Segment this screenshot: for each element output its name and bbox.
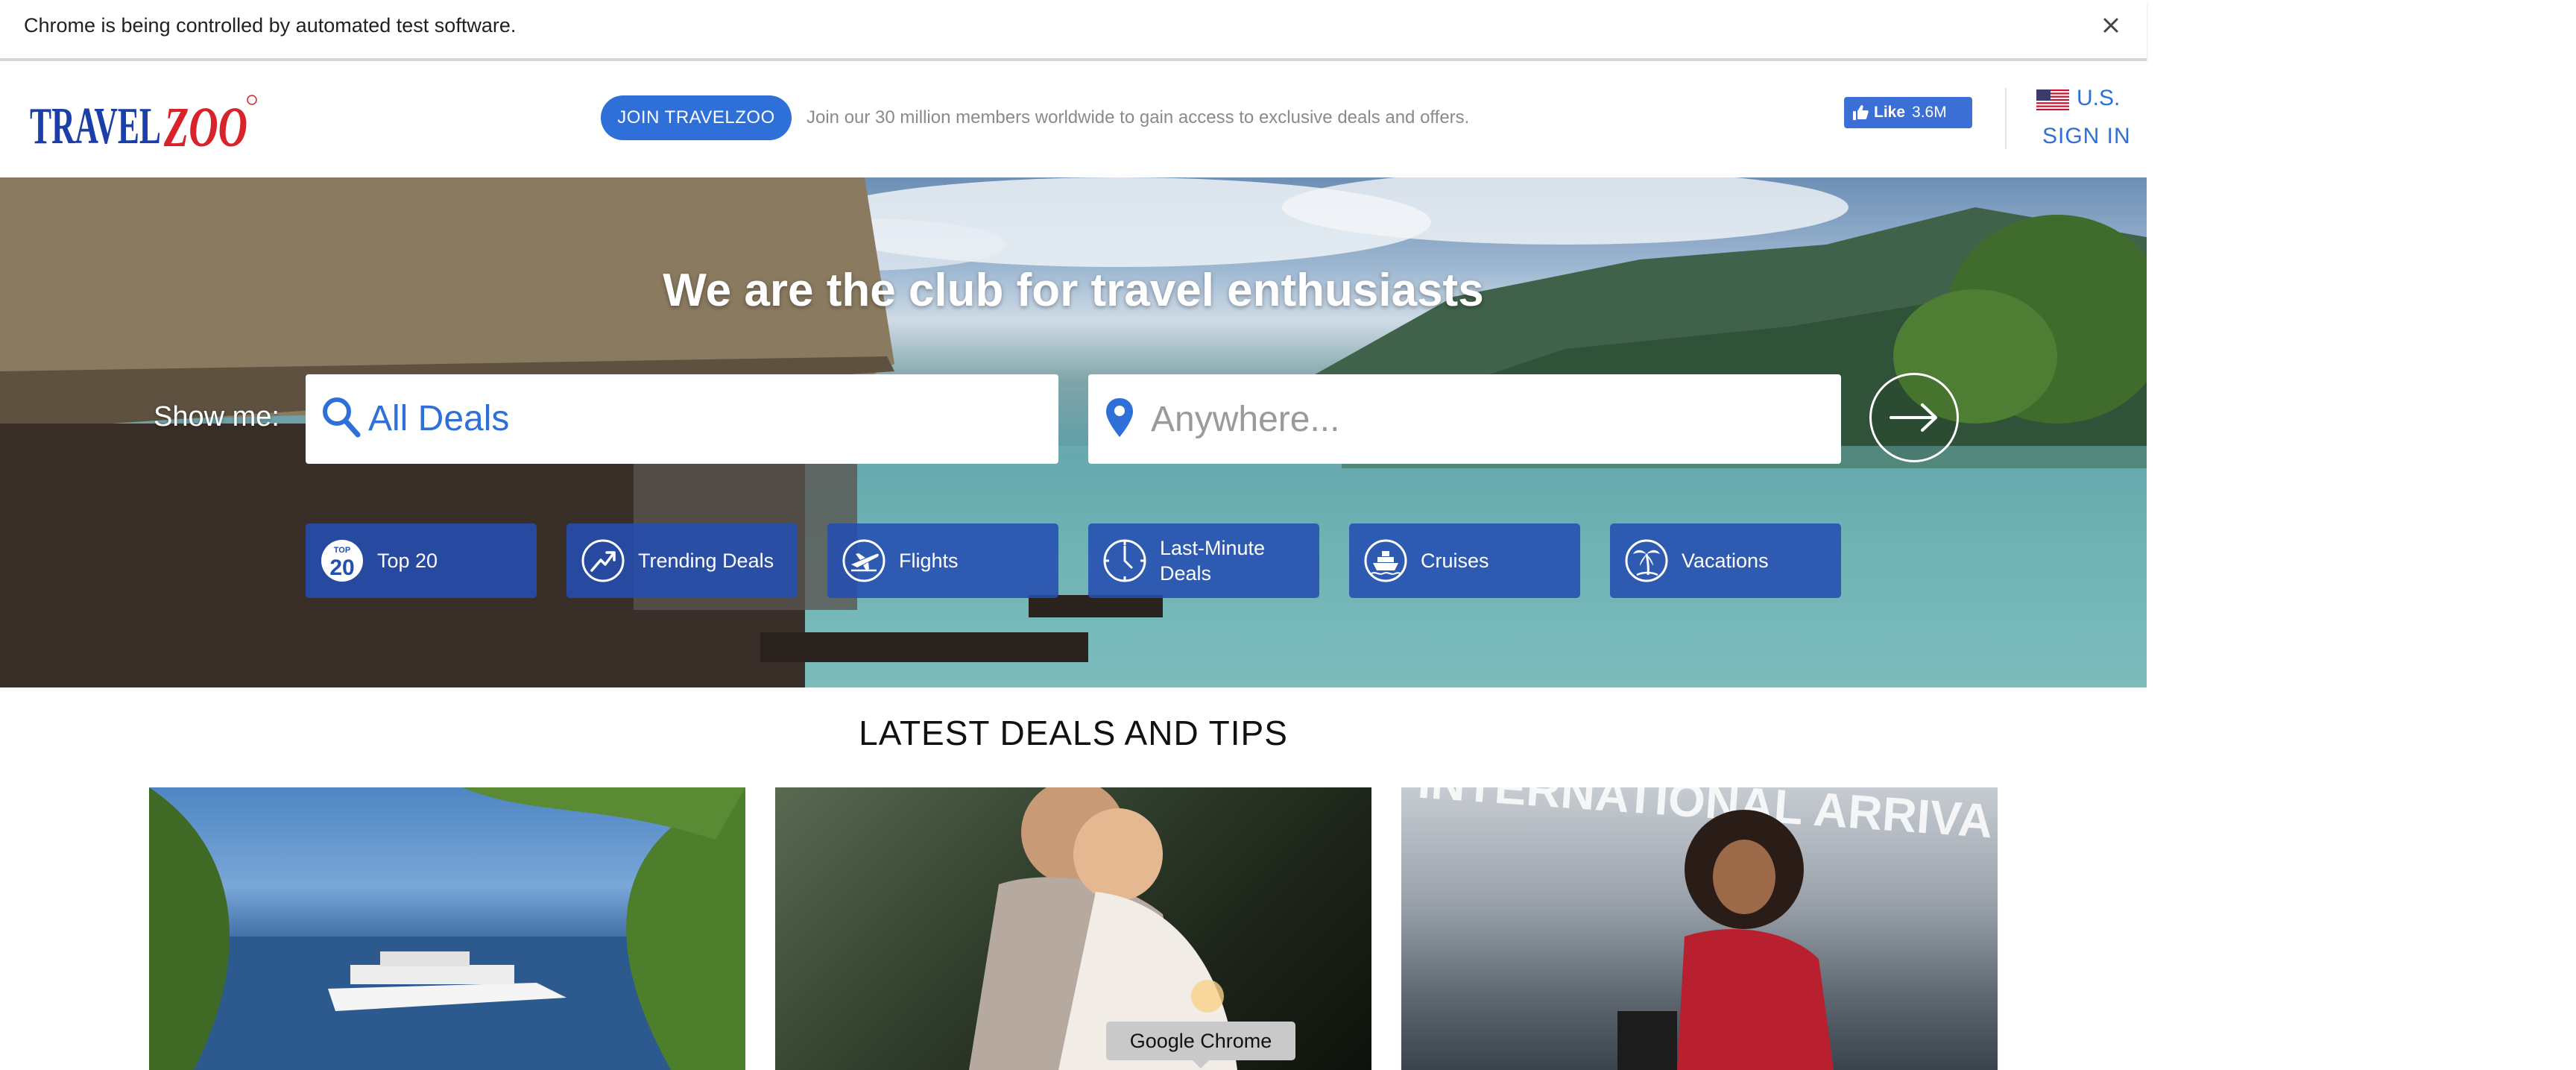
svg-text:20: 20 <box>329 556 354 580</box>
automation-infobar: Chrome is being controlled by automated … <box>0 0 2147 61</box>
country-selector[interactable]: U.S. <box>2077 86 2120 111</box>
deal-card-airport[interactable]: INTERNATIONAL ARRIVA <box>1401 787 1998 1070</box>
trending-icon <box>581 539 625 582</box>
svg-text:TOP: TOP <box>334 546 350 555</box>
airport-traveler-image: INTERNATIONAL ARRIVA <box>1416 787 1995 1070</box>
search-go-button[interactable] <box>1869 373 1959 462</box>
latest-deals-title: LATEST DEALS AND TIPS <box>859 714 1288 752</box>
category-cruises[interactable]: Cruises <box>1349 523 1580 598</box>
svg-text:ZOO: ZOO <box>163 96 247 157</box>
ship-icon <box>1364 539 1407 582</box>
category-label: Flights <box>899 550 959 572</box>
show-me-label: Show me: <box>154 401 280 432</box>
location-input[interactable] <box>1149 392 1823 446</box>
plane-icon <box>842 539 886 582</box>
us-flag-icon[interactable] <box>2036 89 2069 110</box>
category-label: Cruises <box>1421 550 1489 572</box>
category-vacations[interactable]: Vacations <box>1610 523 1841 598</box>
join-travelzoo-button[interactable]: JOIN TRAVELZOO <box>601 95 792 140</box>
category-trending-deals[interactable]: Trending Deals <box>566 523 798 598</box>
deal-card-cruise[interactable] <box>149 787 745 1070</box>
arrow-right-icon <box>1890 403 1937 432</box>
tooltip: Google Chrome <box>1106 1022 1295 1069</box>
thumbs-up-icon <box>1853 105 1869 120</box>
deal-type-selector[interactable]: All Deals <box>306 374 1058 464</box>
category-top-20[interactable]: TOP 20 Top 20 <box>306 523 537 598</box>
category-last-minute-deals[interactable]: Last-Minute Deals <box>1088 523 1319 598</box>
category-label: Vacations <box>1682 550 1769 572</box>
infobar-message: Chrome is being controlled by automated … <box>24 14 517 37</box>
site-header: TRAVEL ZOO JOIN TRAVELZOO Join our 30 mi… <box>0 61 2147 177</box>
join-description: Join our 30 million members worldwide to… <box>806 107 1470 128</box>
palm-tree-icon <box>1625 539 1668 582</box>
clock-icon <box>1103 539 1146 582</box>
category-label: Trending Deals <box>638 550 774 572</box>
category-flights[interactable]: Flights <box>827 523 1058 598</box>
map-pin-icon <box>1106 398 1133 437</box>
hero-title: We are the club for travel enthusiasts <box>663 265 1484 316</box>
cruise-ship-image <box>149 787 745 1070</box>
svg-text:TRAVEL: TRAVEL <box>30 98 161 155</box>
fb-like-label: Like <box>1874 104 1906 121</box>
search-icon <box>323 397 361 438</box>
fb-like-count: 3.6M <box>1912 104 1947 121</box>
deal-type-value: All Deals <box>368 399 510 438</box>
travelzoo-logo[interactable]: TRAVEL ZOO <box>30 89 261 157</box>
location-field[interactable] <box>1088 374 1841 464</box>
header-divider <box>2005 88 2007 149</box>
close-icon[interactable] <box>2097 12 2124 39</box>
category-label: Top 20 <box>377 550 438 572</box>
top-20-icon: TOP 20 <box>321 540 363 582</box>
sign-in-link[interactable]: SIGN IN <box>2042 124 2131 149</box>
category-label: Last-Minute Deals <box>1160 537 1266 585</box>
facebook-like-button[interactable]: Like 3.6M <box>1844 97 1972 128</box>
hero-banner: We are the club for travel enthusiasts S… <box>0 177 2147 687</box>
